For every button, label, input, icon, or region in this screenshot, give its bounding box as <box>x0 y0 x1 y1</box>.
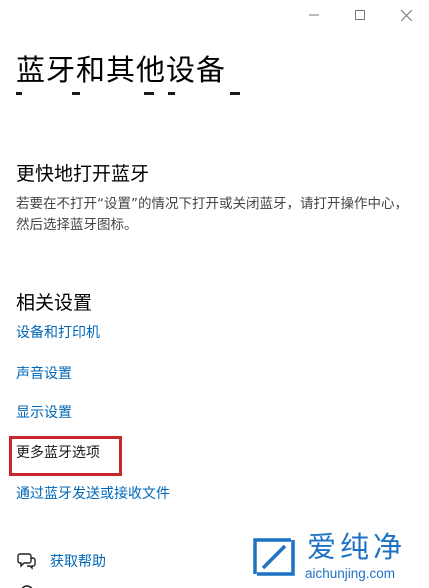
help-chat-icon <box>16 550 38 572</box>
feedback-icon <box>16 581 38 588</box>
site-watermark: 爱纯净 aichunjing.com <box>225 528 425 588</box>
clipped-content-remnant <box>16 92 246 98</box>
watermark-title: 爱纯净 <box>307 530 407 564</box>
watermark-url: aichunjing.com <box>305 566 396 581</box>
get-help-row[interactable]: 获取帮助 <box>16 550 106 572</box>
display-settings-link[interactable]: 显示设置 <box>16 403 72 423</box>
close-icon <box>400 9 412 21</box>
quick-bluetooth-description: 若要在不打开“设置”的情况下打开或关闭蓝牙，请打开操作中心，然后选择蓝牙图标。 <box>16 196 408 233</box>
feedback-row-clipped[interactable] <box>16 581 50 588</box>
minimize-icon <box>309 14 319 16</box>
related-settings-heading: 相关设置 <box>16 292 93 314</box>
window-caption-buttons <box>291 0 429 30</box>
watermark-logo-icon <box>253 538 295 576</box>
get-help-label: 获取帮助 <box>50 554 106 570</box>
maximize-icon <box>355 10 365 20</box>
page-title: 蓝牙和其他设备 <box>16 53 227 87</box>
devices-and-printers-link[interactable]: 设备和打印机 <box>16 323 100 343</box>
minimize-button[interactable] <box>291 0 337 30</box>
send-receive-files-via-bluetooth-link[interactable]: 通过蓝牙发送或接收文件 <box>16 484 170 504</box>
maximize-button[interactable] <box>337 0 383 30</box>
highlight-annotation-box <box>9 436 122 476</box>
close-button[interactable] <box>383 0 429 30</box>
settings-window: 蓝牙和其他设备 更快地打开蓝牙 若要在不打开“设置”的情况下打开或关闭蓝牙，请打… <box>0 0 429 588</box>
sound-settings-link[interactable]: 声音设置 <box>16 364 72 384</box>
quick-bluetooth-heading: 更快地打开蓝牙 <box>16 163 150 185</box>
